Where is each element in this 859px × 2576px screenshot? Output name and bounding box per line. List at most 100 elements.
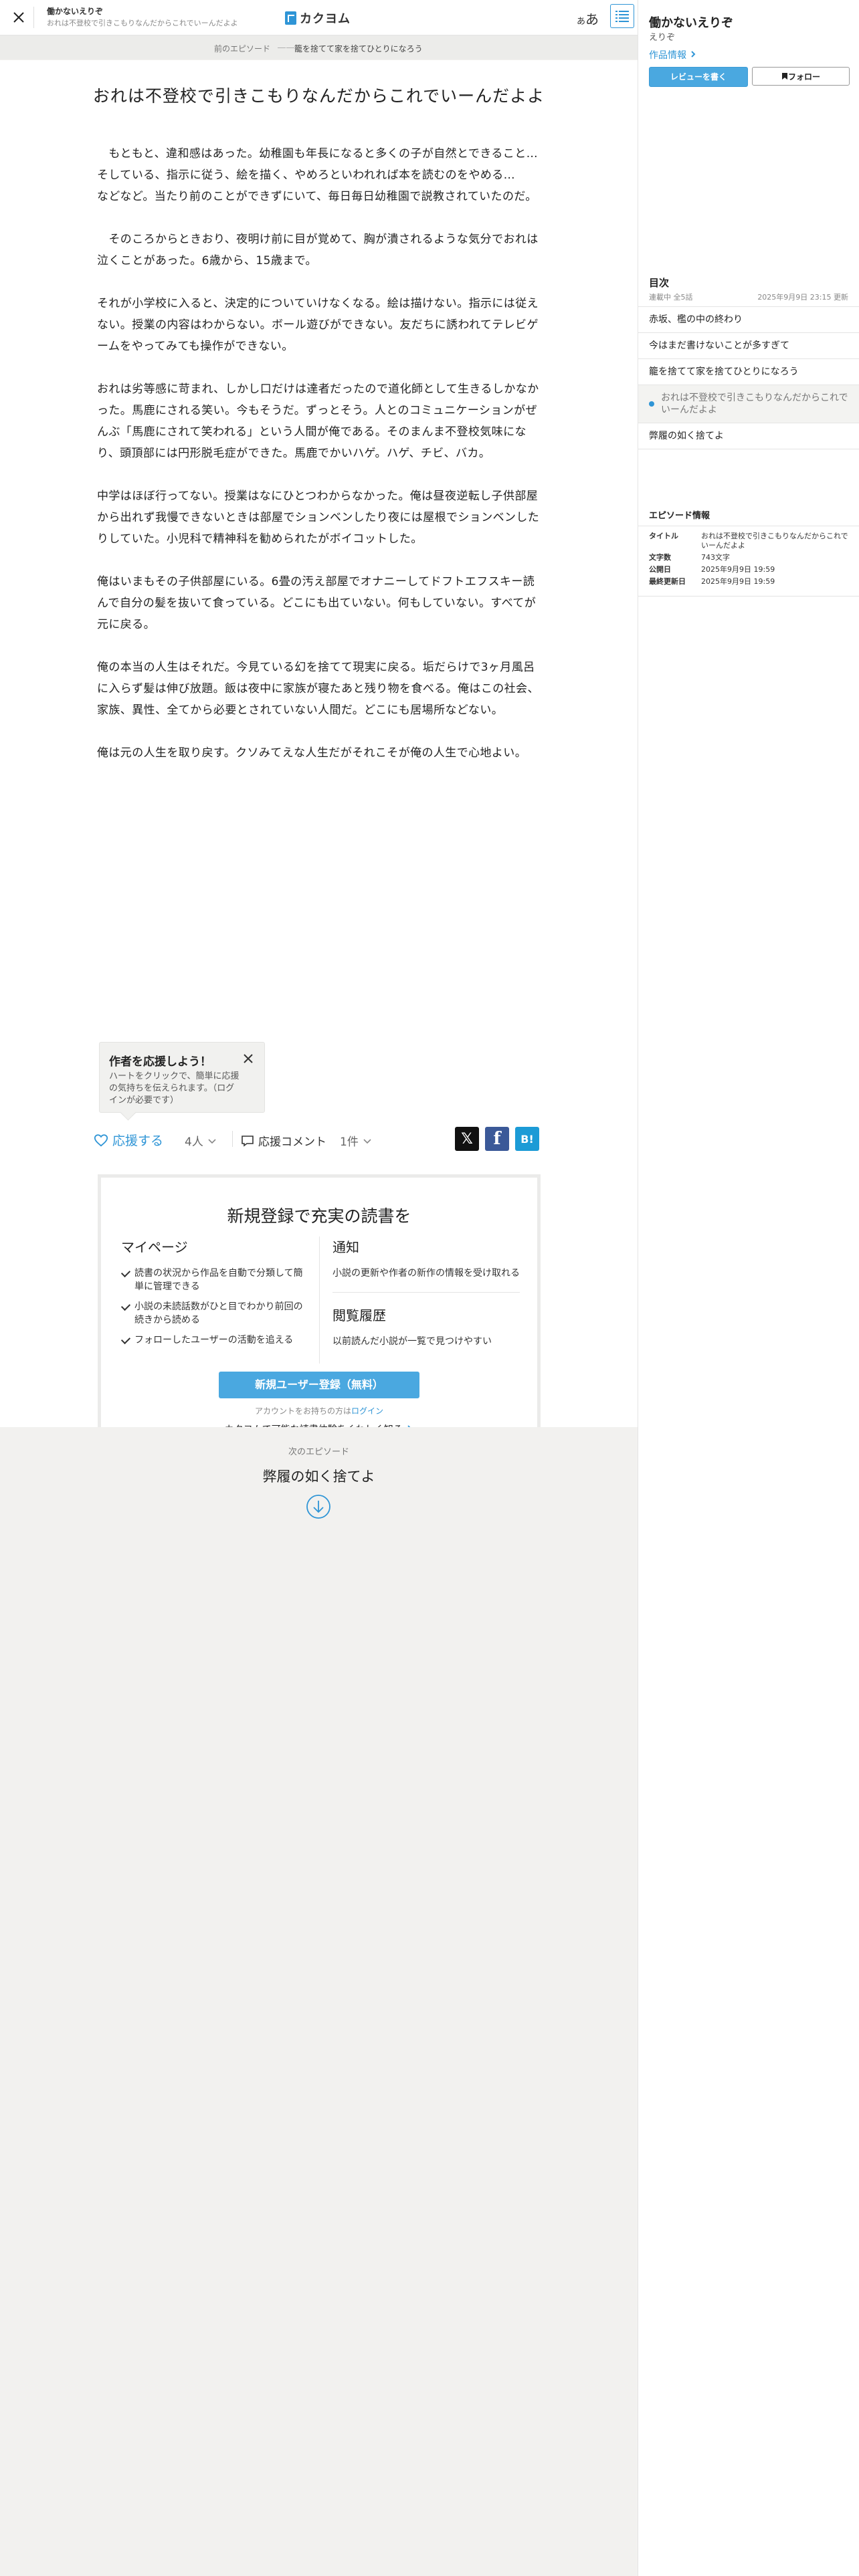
follow-button[interactable]: フォロー	[752, 67, 850, 86]
login-prompt: アカウントをお持ちの方はログイン	[101, 1405, 537, 1416]
arrow-down-circle-icon[interactable]	[306, 1494, 331, 1519]
body-paragraph: 俺の本当の人生はそれだ。今見ている幻を捨てて現実に戻る。垢だらけで3ヶ月風呂 に…	[97, 661, 539, 717]
toc-sidebar: 働かないえりぞ えりぞ 作品情報 レビューを書く フォロー 目次 連載中 全5話…	[638, 0, 859, 2576]
login-prefix: アカウントをお持ちの方は	[254, 1406, 351, 1416]
info-key: 文字数	[649, 553, 671, 562]
toc-heading: 目次	[649, 277, 670, 289]
episode-actions: 応援する 4人 応援コメント 1件 𝕏 f B!	[94, 1125, 542, 1152]
comment-button[interactable]: 応援コメント	[241, 1132, 326, 1149]
mypage-feature: 小説の未読話数がひと目でわかり前回の続きから読める	[121, 1300, 308, 1327]
heart-icon	[94, 1134, 108, 1146]
follow-label: フォロー	[787, 72, 820, 82]
episode-info-row: 公開日 2025年9月9日 19:59	[649, 565, 848, 574]
write-review-button[interactable]: レビューを書く	[649, 67, 748, 87]
mypage-heading: マイページ	[121, 1239, 188, 1255]
comment-icon	[242, 1135, 254, 1147]
cheer-label: 応援する	[112, 1134, 164, 1148]
notify-divider	[332, 1292, 520, 1293]
toc-item-label: 赤坂、檻の中の終わり	[649, 314, 743, 325]
body-paragraph: 中学はほぼ行ってない。授業はなにひとつわからなかった。俺は昼夜逆転し子供部屋 か…	[97, 490, 540, 546]
hatena-bookmark-icon: B!	[520, 1132, 534, 1146]
previous-episode-bar[interactable]: 前のエピソード ―― 籠を捨てて家を捨てひとりになろう	[0, 35, 638, 60]
info-key: 最終更新日	[649, 577, 686, 586]
close-icon[interactable]	[9, 8, 28, 27]
logo-text: カクヨム	[300, 12, 351, 26]
toc-item-label: 弊履の如く捨てよ	[649, 431, 724, 441]
toc-item[interactable]: 赤坂、檻の中の終わり	[638, 307, 859, 333]
previous-episode-separator: ――	[278, 43, 295, 52]
list-icon	[615, 11, 629, 22]
bookmark-icon	[781, 73, 787, 80]
cheer-count-dropdown[interactable]: 4人	[185, 1132, 217, 1149]
toc-item-label: 今はまだ書けないことが多すぎて	[649, 340, 789, 351]
toc-updated: 2025年9月9日 23:15 更新	[757, 293, 848, 302]
episode-main: おれは不登校で引きこもりなんだからこれでいーんだよよ もともと、違和感はあった。…	[0, 60, 638, 1461]
info-value: おれは不登校で引きこもりなんだからこれでいーんだよよ	[701, 532, 848, 550]
toc-toggle-button[interactable]	[610, 4, 634, 28]
episode-info-row: タイトル おれは不登校で引きこもりなんだからこれでいーんだよよ	[649, 532, 848, 550]
toc-item[interactable]: 弊履の如く捨てよ	[638, 423, 859, 449]
font-size-large: あ	[585, 11, 599, 27]
toc-item[interactable]: 今はまだ書けないことが多すぎて	[638, 333, 859, 359]
header-work-title[interactable]: 働かないえりぞ	[47, 5, 103, 17]
actions-divider	[232, 1131, 233, 1147]
previous-episode-title[interactable]: 籠を捨てて家を捨てひとりになろう	[294, 43, 423, 54]
next-episode-label: 次のエピソード	[288, 1447, 349, 1457]
body-paragraph: もともと、違和感はあった。幼稚園も年長になると多くの子が自然とできること… そし…	[97, 147, 538, 203]
facebook-logo-icon: f	[493, 1129, 501, 1149]
cheer-button[interactable]: 応援する	[94, 1131, 163, 1149]
sidebar-author[interactable]: えりぞ	[649, 30, 675, 43]
comment-label: 応援コメント	[258, 1136, 326, 1149]
info-value: 2025年9月9日 19:59	[701, 577, 775, 586]
toc-list: 赤坂、檻の中の終わり 今はまだ書けないことが多すぎて 籠を捨てて家を捨てひとりに…	[638, 306, 859, 449]
toc-item-label: おれは不登校で引きこもりなんだからこれでいーんだよよ	[661, 393, 848, 415]
mypage-feature: フォローしたユーザーの活動を追える	[121, 1333, 308, 1347]
share-facebook-button[interactable]: f	[485, 1127, 509, 1151]
header-episode-title: おれは不登校で引きこもりなんだからこれでいーんだよよ	[47, 19, 238, 27]
share-x-button[interactable]: 𝕏	[455, 1127, 479, 1151]
kakuyomu-logo[interactable]: カクヨム	[285, 9, 351, 27]
register-promo-card: 新規登録で充実の読書を マイページ 読書の状況から作品を自動で分類して簡単に管理…	[98, 1174, 541, 1461]
toc-item-current[interactable]: おれは不登校で引きこもりなんだからこれでいーんだよよ	[638, 385, 859, 423]
register-button[interactable]: 新規ユーザー登録（無料）	[219, 1372, 419, 1398]
chevron-down-icon	[208, 1138, 216, 1144]
font-size-small: あ	[577, 17, 586, 27]
top-header: 働かないえりぞ おれは不登校で引きこもりなんだからこれでいーんだよよ カクヨム …	[0, 0, 638, 35]
history-text: 以前読んだ小説が一覧で見つけやすい	[332, 1336, 492, 1347]
tooltip-title: 作者を応援しよう！	[109, 1055, 211, 1069]
font-size-button[interactable]: ああ	[577, 9, 599, 28]
next-episode-title[interactable]: 弊履の如く捨てよ	[0, 1466, 638, 1486]
sidebar-work-title[interactable]: 働かないえりぞ	[649, 13, 733, 31]
body-paragraph: おれは劣等感に苛まれ、しかし口だけは達者だったので道化師として生きるしかなか っ…	[97, 383, 539, 460]
info-key: 公開日	[649, 565, 671, 574]
close-icon[interactable]	[242, 1052, 255, 1065]
header-divider	[33, 7, 34, 28]
work-info-label: 作品情報	[649, 50, 686, 61]
episode-info-heading: エピソード情報	[649, 511, 710, 521]
chevron-down-icon	[363, 1138, 371, 1144]
comment-count-dropdown[interactable]: 1件	[340, 1132, 372, 1149]
x-logo-icon: 𝕏	[461, 1130, 473, 1148]
notify-column: 通知 小説の更新や作者の新作の情報を受け取れる 閲覧履歴 以前読んだ小説が一覧で…	[332, 1237, 520, 1360]
episode-info-row: 最終更新日 2025年9月9日 19:59	[649, 577, 848, 586]
info-key: タイトル	[649, 532, 678, 540]
work-info-link[interactable]: 作品情報	[649, 48, 697, 62]
body-paragraph: そのころからときおり、夜明け前に目が覚めて、胸が潰されるような気分でおれは 泣く…	[97, 233, 539, 267]
mypage-feature: 読書の状況から作品を自動で分類して簡単に管理できる	[121, 1267, 308, 1293]
cheer-tooltip: 作者を応援しよう！ ハートをクリックで、簡単に応援の気持ちを伝えられます。（ログ…	[99, 1042, 265, 1113]
next-episode-section: 次のエピソード 弊履の如く捨てよ	[0, 1427, 638, 1534]
toc-status: 連載中 全5話	[649, 293, 693, 302]
mypage-column: マイページ 読書の状況から作品を自動で分類して簡単に管理できる 小説の未読話数が…	[121, 1237, 308, 1354]
body-paragraph: 俺はいまもその子供部屋にいる。6畳の汚え部屋でオナニーしてドフトエフスキー読 ん…	[97, 575, 537, 631]
share-hatena-button[interactable]: B!	[515, 1127, 539, 1151]
episode-title: おれは不登校で引きこもりなんだからこれでいーんだよよ	[92, 86, 545, 106]
toc-item[interactable]: 籠を捨てて家を捨てひとりになろう	[638, 359, 859, 385]
logo-mark-icon	[285, 11, 296, 25]
info-value: 743文字	[701, 553, 730, 562]
body-paragraph: それが小学校に入ると、決定的についていけなくなる。絵は描けない。指示には従え な…	[97, 297, 539, 353]
login-link[interactable]: ログイン	[351, 1406, 383, 1416]
notify-heading: 通知	[332, 1239, 359, 1255]
chevron-right-icon	[691, 51, 696, 58]
history-heading: 閲覧履歴	[332, 1307, 386, 1323]
episode-info-row: 文字数 743文字	[649, 553, 848, 562]
